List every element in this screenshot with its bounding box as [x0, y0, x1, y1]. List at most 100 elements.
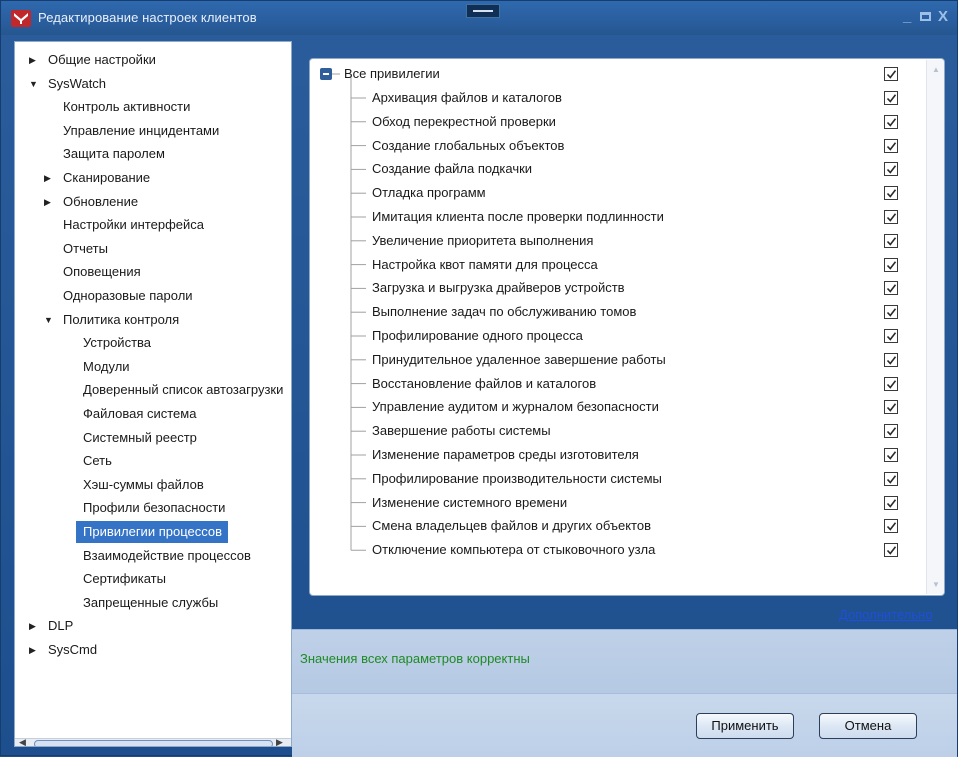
- tree-item[interactable]: Отчеты: [50, 238, 108, 260]
- collapsed-arrow-icon[interactable]: ▶: [44, 167, 51, 189]
- privilege-row: Настройка квот памяти для процесса: [310, 253, 910, 277]
- tree-item[interactable]: Взаимодействие процессов: [67, 545, 251, 567]
- maximize-button[interactable]: [920, 10, 931, 24]
- privilege-checkbox[interactable]: [884, 257, 898, 272]
- tree-item[interactable]: ▶ DLP: [29, 615, 73, 637]
- privilege-label: Принудительное удаленное завершение рабо…: [372, 351, 666, 367]
- privilege-checkbox[interactable]: [884, 305, 898, 320]
- tree-item[interactable]: Настройки интерфейса: [50, 214, 204, 236]
- cancel-button[interactable]: Отмена: [819, 713, 917, 739]
- privilege-checkbox[interactable]: [884, 138, 898, 153]
- privilege-checkbox[interactable]: [884, 495, 898, 510]
- privilege-checkbox[interactable]: [884, 352, 898, 367]
- scroll-up-icon[interactable]: ▲: [932, 65, 940, 74]
- tree-item-label: Оповещения: [63, 264, 141, 280]
- collapsed-arrow-icon[interactable]: ▶: [29, 615, 36, 637]
- minimize-button[interactable]: _: [903, 9, 911, 24]
- privilege-checkbox[interactable]: [884, 281, 898, 296]
- privilege-row: Смена владельцев файлов и других объекто…: [310, 514, 910, 538]
- tree-item[interactable]: Сертификаты: [67, 568, 166, 590]
- privilege-checkbox[interactable]: [884, 543, 898, 558]
- horizontal-scrollbar[interactable]: ◀ ▶: [15, 737, 291, 746]
- tree-item[interactable]: Одноразовые пароли: [50, 285, 193, 307]
- scroll-thumb[interactable]: [34, 740, 273, 746]
- privilege-label: Обход перекрестной проверки: [372, 113, 556, 129]
- tree-item-label: DLP: [48, 618, 74, 634]
- tree-item[interactable]: Системный реестр: [67, 427, 197, 449]
- more-link[interactable]: Дополнительно: [839, 607, 933, 622]
- privilege-checkbox[interactable]: [884, 519, 898, 534]
- tree-item[interactable]: ▶ Обновление: [44, 191, 138, 213]
- tree-item[interactable]: ▶ Общие настройки: [29, 49, 156, 71]
- tree-item-label: Общие настройки: [48, 52, 156, 67]
- privilege-label: Загрузка и выгрузка драйверов устройств: [372, 280, 625, 296]
- vertical-scrollbar[interactable]: ▲ ▼: [926, 60, 944, 594]
- collapsed-arrow-icon[interactable]: ▶: [29, 49, 36, 71]
- tree-item-label: Сканирование: [63, 170, 151, 185]
- tree-item[interactable]: Сеть: [67, 450, 112, 472]
- scroll-down-icon[interactable]: ▼: [932, 580, 940, 589]
- tree-item[interactable]: Защита паролем: [50, 143, 165, 165]
- tree-item[interactable]: ▶ SysCmd: [29, 639, 97, 661]
- tree-item[interactable]: Управление инцидентами: [50, 120, 219, 142]
- privilege-checkbox[interactable]: [884, 329, 898, 343]
- privilege-row: Восстановление файлов и каталогов: [310, 372, 910, 396]
- privilege-checkbox[interactable]: [884, 448, 898, 462]
- tree-item-label: Файловая система: [83, 406, 197, 421]
- tree-item[interactable]: Устройства: [67, 332, 151, 354]
- title-bar[interactable]: Редактирование настроек клиентов _ X: [1, 1, 957, 35]
- privilege-checkbox[interactable]: [884, 471, 898, 486]
- tree-item-label: Контроль активности: [63, 99, 191, 115]
- privilege-row: Отладка программ: [310, 181, 910, 205]
- tree-item-label: Доверенный список автозагрузки: [83, 382, 284, 398]
- privilege-checkbox[interactable]: [884, 91, 898, 105]
- privilege-label: Выполнение задач по обслуживанию томов: [372, 304, 637, 320]
- tree-item[interactable]: Привилегии процессов: [67, 521, 229, 543]
- button-bar: Применить Отмена: [292, 693, 957, 757]
- privilege-root-label: Все привилегии: [344, 66, 440, 81]
- privilege-row: Управление аудитом и журналом безопаснос…: [310, 395, 910, 419]
- privilege-checkbox[interactable]: [884, 210, 898, 224]
- close-button[interactable]: X: [938, 9, 948, 24]
- tree-item[interactable]: Хэш-суммы файлов: [67, 474, 204, 496]
- tree-item[interactable]: Модули: [67, 356, 130, 378]
- tree-item[interactable]: Оповещения: [50, 261, 141, 283]
- privilege-row: Имитация клиента после проверки подлинно…: [310, 205, 910, 229]
- tree-item-label: Политика контроля: [63, 311, 180, 327]
- privilege-checkbox[interactable]: [884, 376, 898, 391]
- privilege-checkbox[interactable]: [884, 424, 898, 439]
- collapse-icon[interactable]: [320, 68, 332, 80]
- privilege-label: Настройка квот памяти для процесса: [372, 256, 598, 272]
- expanded-arrow-icon[interactable]: ▼: [29, 73, 38, 95]
- tree-item[interactable]: Файловая система: [67, 403, 196, 425]
- expanded-arrow-icon[interactable]: ▼: [44, 309, 53, 331]
- tree-item[interactable]: Доверенный список автозагрузки: [67, 379, 283, 401]
- privilege-label: Профилирование одного процесса: [372, 328, 583, 343]
- tree-item-label: Защита паролем: [63, 146, 165, 162]
- tree-item[interactable]: Контроль активности: [50, 96, 190, 118]
- scroll-right-icon[interactable]: ▶: [276, 737, 283, 746]
- collapsed-arrow-icon[interactable]: ▶: [29, 639, 36, 661]
- tree-item[interactable]: ▼ SysWatch: [29, 73, 106, 95]
- privilege-row: Принудительное удаленное завершение рабо…: [310, 348, 910, 372]
- privilege-row: Загрузка и выгрузка драйверов устройств: [310, 276, 910, 300]
- privilege-checkbox[interactable]: [884, 233, 898, 248]
- tree-item[interactable]: ▶ Сканирование: [44, 167, 150, 189]
- privilege-row: Завершение работы системы: [310, 419, 910, 443]
- privilege-checkbox[interactable]: [884, 400, 898, 415]
- privilege-label: Профилирование производительности систем…: [372, 470, 662, 486]
- privilege-row: Выполнение задач по обслуживанию томов: [310, 300, 910, 324]
- privilege-checkbox[interactable]: [884, 162, 898, 177]
- tree-item-label: Профили безопасности: [83, 500, 226, 516]
- collapsed-arrow-icon[interactable]: ▶: [44, 191, 51, 213]
- tree-item[interactable]: Запрещенные службы: [67, 592, 218, 614]
- tree-item[interactable]: ▼ Политика контроля: [44, 309, 179, 331]
- privilege-root-checkbox[interactable]: [884, 67, 898, 81]
- privilege-checkbox[interactable]: [884, 114, 898, 129]
- scroll-left-icon[interactable]: ◀: [19, 737, 26, 746]
- tree-item[interactable]: Профили безопасности: [67, 497, 225, 519]
- privilege-checkbox[interactable]: [884, 186, 898, 201]
- apply-button[interactable]: Применить: [696, 713, 794, 739]
- tree-item-label: Устройства: [83, 335, 152, 351]
- drag-grip-icon[interactable]: [466, 4, 500, 18]
